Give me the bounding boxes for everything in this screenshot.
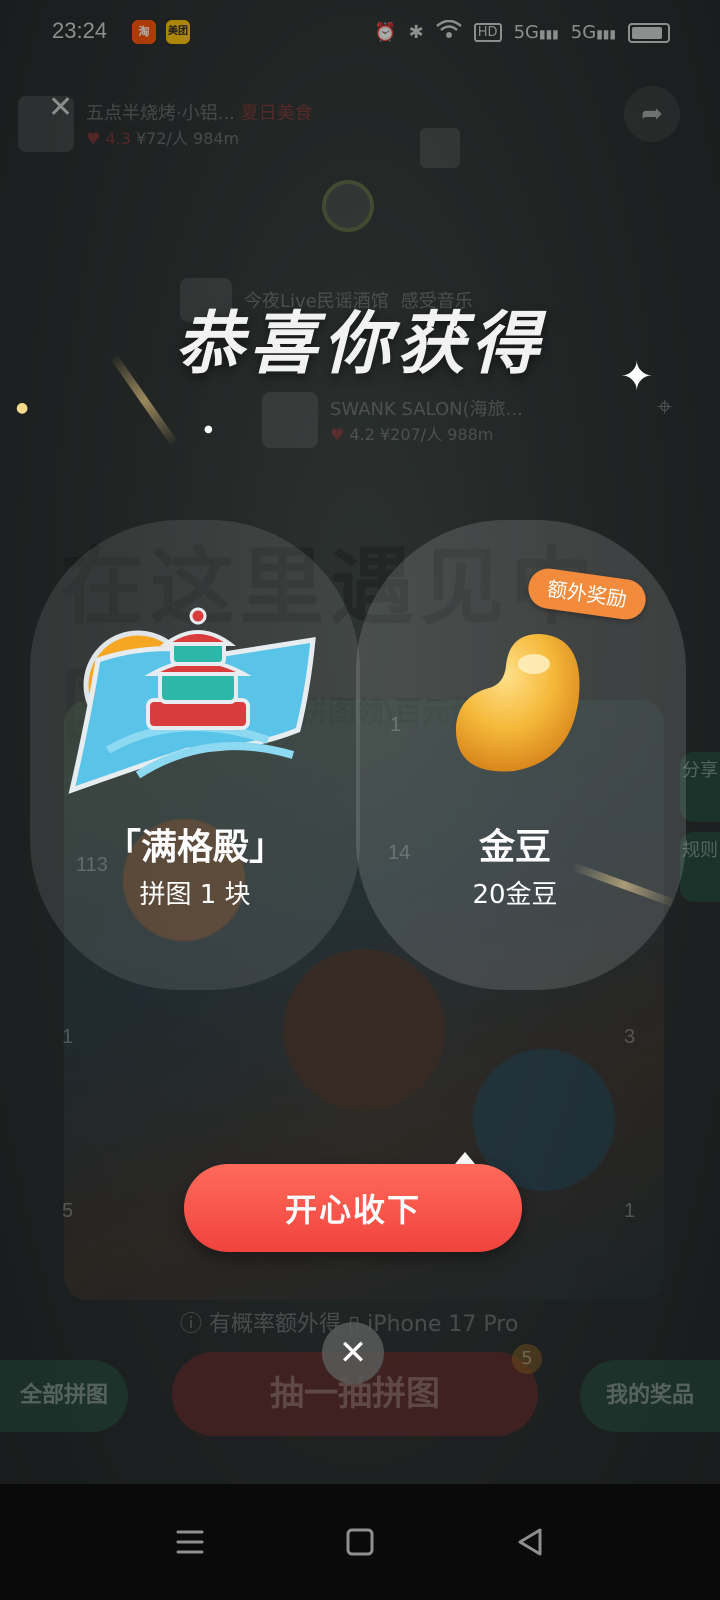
screen: 23:24 淘 美团 ⏰ ✱ HD 5G▮▮▮ 5G▮▮▮ 五点半烧烤·小铝..…: [0, 0, 720, 1600]
button-pointer-icon: [455, 1152, 475, 1164]
temple-puzzle-icon: [68, 600, 318, 800]
reward-name: 金豆: [478, 827, 551, 868]
close-icon[interactable]: ✕: [322, 1322, 384, 1384]
reward-name: 「满格殿」: [104, 827, 285, 868]
navigation-bar: [0, 1484, 720, 1600]
gold-bean-icon: [444, 626, 594, 776]
menu-icon[interactable]: [168, 1520, 212, 1564]
home-icon[interactable]: [338, 1520, 382, 1564]
reward-description: 20金豆: [472, 880, 558, 910]
reward-description: 拼图 1 块: [139, 880, 251, 910]
sparkle-icon: ●: [16, 400, 29, 416]
back-icon[interactable]: [508, 1520, 552, 1564]
accept-button[interactable]: 开心收下: [184, 1164, 522, 1252]
reward-title: 恭喜你获得: [174, 305, 545, 384]
sparkle-icon: ●: [204, 424, 213, 435]
